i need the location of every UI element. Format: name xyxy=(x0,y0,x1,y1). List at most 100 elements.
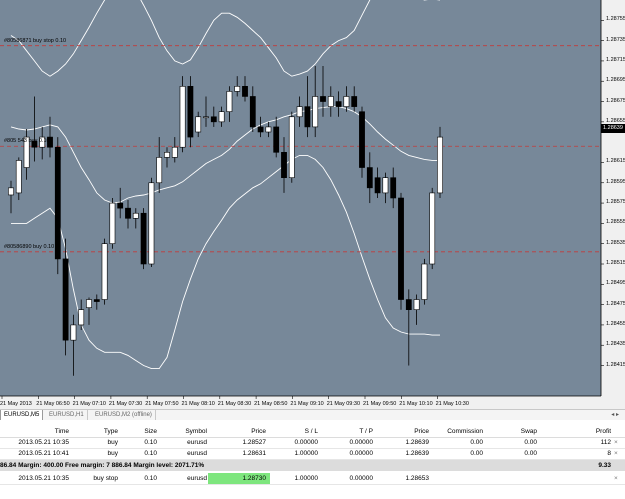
time-label: 21 May 10:10 xyxy=(399,401,433,407)
tab-scroll-icon[interactable]: ◂ ▸ xyxy=(611,410,619,420)
price-label: 1.28475 xyxy=(606,300,625,307)
time-label: 21 May 08:30 xyxy=(217,401,252,407)
price-label: 1.28655 xyxy=(606,117,625,124)
tab-eurusd-m2-offline[interactable]: EURUSD,M2 (offline) xyxy=(92,410,156,420)
bear-candle xyxy=(359,111,365,168)
bull-candle xyxy=(296,106,303,118)
bear-candle xyxy=(374,177,381,194)
col-price-current[interactable]: Price xyxy=(414,426,429,437)
bull-candle xyxy=(203,116,209,119)
col-type[interactable]: Type xyxy=(104,426,118,437)
cell-size: 0.10 xyxy=(144,450,157,457)
table-row[interactable]: 2013.05.21 10:41 buy 0.10 eurusd 1.28631… xyxy=(0,448,625,460)
bear-candle xyxy=(390,177,397,199)
col-profit[interactable]: Profit xyxy=(596,426,611,437)
bull-candle xyxy=(234,86,241,92)
price-label: 1.28615 xyxy=(606,158,625,165)
cell-commission: 0.00 xyxy=(470,450,483,457)
cell-price: 1.28527 xyxy=(242,439,267,446)
bull-candle xyxy=(437,136,443,194)
cell-price-current: 1.28639 xyxy=(405,439,430,446)
col-tp[interactable]: T / P xyxy=(359,426,373,437)
time-label: 21 May 09:10 xyxy=(290,401,324,407)
bull-candle xyxy=(109,202,116,244)
col-price[interactable]: Price xyxy=(251,426,266,437)
cell-price-current: 1.28639 xyxy=(405,450,430,457)
chart-canvas[interactable] xyxy=(0,0,625,409)
cell-swap: 0.00 xyxy=(524,439,537,446)
col-sl[interactable]: S / L xyxy=(305,426,318,437)
cell-tp: 0.00000 xyxy=(349,475,374,482)
close-icon[interactable]: × xyxy=(614,437,618,448)
bull-candle xyxy=(265,126,272,133)
bull-candle xyxy=(382,177,389,194)
bull-candle xyxy=(86,299,92,308)
bull-candle xyxy=(78,309,85,326)
bear-candle xyxy=(351,96,358,107)
bull-candle xyxy=(15,160,22,194)
time-label: 21 May 2013 xyxy=(0,401,32,407)
bear-candle xyxy=(187,86,194,138)
col-commission[interactable]: Commission xyxy=(447,426,483,437)
bear-candle xyxy=(140,212,147,265)
bull-candle xyxy=(164,152,170,158)
bull-candle xyxy=(101,243,108,300)
cell-type: buy xyxy=(107,450,118,457)
price-label: 1.28595 xyxy=(606,178,625,185)
cell-time: 2013.05.21 10:35 xyxy=(18,439,69,446)
bear-candle xyxy=(398,197,404,300)
cell-price-pending: 1.28730 xyxy=(208,473,270,484)
terminal-trade-table: Time Type Size Symbol Price S / L T / P … xyxy=(0,420,625,499)
price-label: 1.28535 xyxy=(606,239,625,246)
col-swap[interactable]: Swap xyxy=(521,426,537,437)
price-label: 1.28415 xyxy=(606,361,625,368)
time-label: 21 May 10:30 xyxy=(435,401,469,407)
price-label: 1.28675 xyxy=(606,97,625,104)
close-icon[interactable]: × xyxy=(614,448,618,459)
bull-candle xyxy=(70,324,77,341)
price-label: 1.28715 xyxy=(606,56,625,63)
chart-plot-area xyxy=(0,0,601,396)
price-chart[interactable]: 1.28755 1.28735 1.28715 1.28695 1.28675 1.286… xyxy=(0,0,625,409)
current-price-marker: 1.28639 xyxy=(601,124,625,133)
time-label: 21 May 08:50 xyxy=(254,401,288,407)
bull-candle xyxy=(312,96,319,128)
cell-symbol: eurusd xyxy=(187,450,207,457)
bear-candle xyxy=(125,207,131,219)
bear-candle xyxy=(320,96,326,102)
time-label: 21 May 06:50 xyxy=(36,401,70,407)
cell-profit: 8 xyxy=(607,450,611,457)
col-size[interactable]: Size xyxy=(144,426,157,437)
table-row[interactable]: 2013.05.21 10:35 buy stop 0.10 eurusd 1.… xyxy=(0,473,625,485)
account-summary-row: 86.84 Margin: 400.00 Free margin: 7 886.… xyxy=(0,460,625,471)
cell-time: 2013.05.21 10:35 xyxy=(18,475,69,482)
bear-candle xyxy=(366,167,373,189)
order-line-label: #805 543 buy 0.10 xyxy=(4,138,50,145)
bear-candle xyxy=(405,299,412,310)
price-label: 1.28735 xyxy=(606,36,625,43)
time-label: 21 May 07:30 xyxy=(108,401,143,407)
price-label: 1.28555 xyxy=(606,219,625,226)
cell-price: 1.28631 xyxy=(242,450,267,457)
time-label: 21 May 09:50 xyxy=(363,401,397,407)
bull-candle xyxy=(8,187,14,196)
col-symbol[interactable]: Symbol xyxy=(185,426,207,437)
bear-candle xyxy=(304,106,311,128)
tab-eurusd-h1[interactable]: EURUSD,H1 xyxy=(46,410,88,420)
time-label: 21 May 09:30 xyxy=(326,401,361,407)
cell-sl: 0.00000 xyxy=(294,439,319,446)
cell-profit: 112 xyxy=(600,439,611,446)
bear-candle xyxy=(335,101,342,107)
col-time[interactable]: Time xyxy=(55,426,69,437)
bull-candle xyxy=(429,192,436,265)
bear-candle xyxy=(54,146,61,260)
price-label: 1.28695 xyxy=(606,77,625,84)
bull-candle xyxy=(288,116,295,178)
bear-candle xyxy=(210,116,217,123)
time-label: 21 May 07:10 xyxy=(72,401,106,407)
bull-candle xyxy=(195,116,202,133)
close-icon[interactable]: × xyxy=(614,473,618,484)
bull-candle xyxy=(327,96,334,107)
cell-size: 0.10 xyxy=(144,475,157,482)
bull-candle xyxy=(218,111,225,123)
